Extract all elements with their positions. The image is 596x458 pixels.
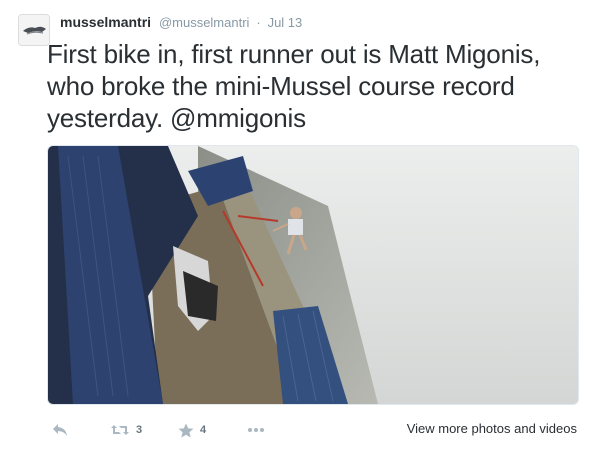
more-options-button[interactable] xyxy=(247,420,265,440)
favorite-count: 4 xyxy=(200,424,207,436)
avatar[interactable] xyxy=(18,14,50,46)
reply-button[interactable] xyxy=(52,420,68,440)
timestamp[interactable]: Jul 13 xyxy=(268,15,303,30)
tweet-card: musselmantri @musselmantri · Jul 13 Firs… xyxy=(0,0,596,458)
avatar-logo-icon xyxy=(19,15,49,45)
tweet-text: First bike in, first runner out is Matt … xyxy=(47,39,541,133)
tweet-actions: 3 4 View more photos and videos xyxy=(47,418,577,442)
reply-icon xyxy=(53,424,67,436)
username[interactable]: musselmantri xyxy=(60,14,151,30)
tweet-photo[interactable] xyxy=(47,145,579,405)
separator: · xyxy=(256,15,261,30)
retweet-count: 3 xyxy=(136,424,143,436)
tweet-header: musselmantri @musselmantri · Jul 13 xyxy=(60,13,302,32)
more-icon xyxy=(248,428,264,432)
retweet-button[interactable]: 3 xyxy=(110,420,142,440)
retweet-icon xyxy=(111,425,129,435)
star-icon xyxy=(178,423,194,437)
favorite-button[interactable]: 4 xyxy=(178,420,206,440)
view-more-media-link[interactable]: View more photos and videos xyxy=(407,419,577,439)
user-handle[interactable]: @musselmantri xyxy=(159,15,250,30)
photo-image xyxy=(48,146,578,404)
